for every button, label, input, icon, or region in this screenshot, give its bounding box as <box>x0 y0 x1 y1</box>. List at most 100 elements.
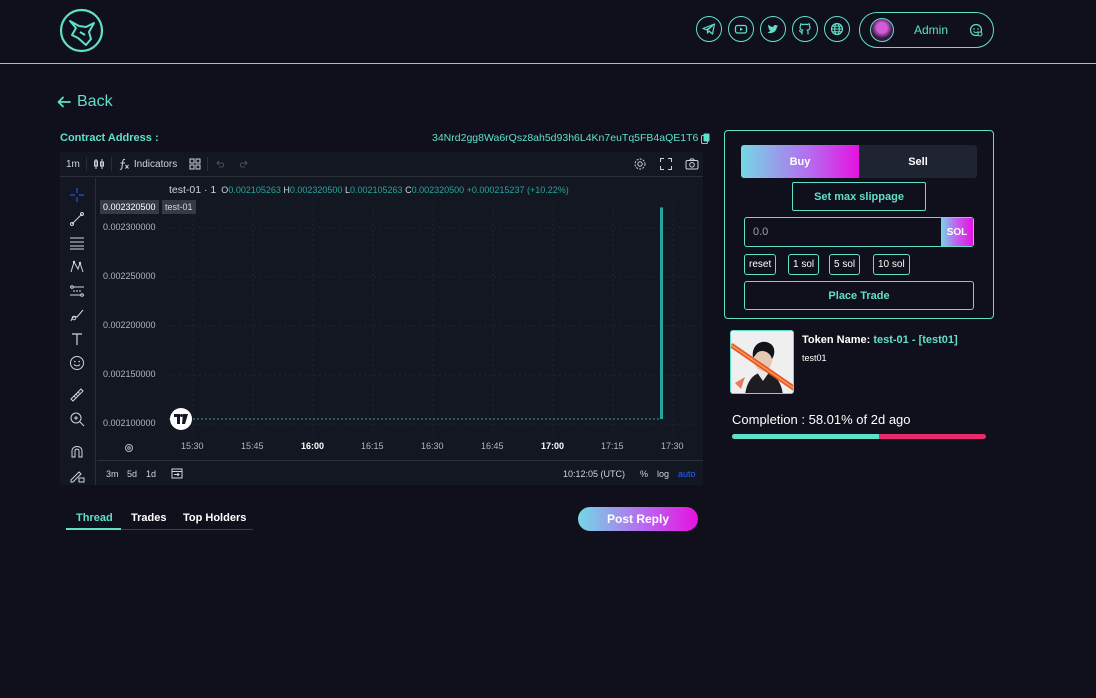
tradingview-logo-icon[interactable] <box>170 408 192 430</box>
percent-toggle[interactable]: % <box>640 469 648 479</box>
token-description: test01 <box>802 353 827 363</box>
candles-icon <box>93 159 104 169</box>
amount-field: SOL <box>744 217 974 247</box>
ruler-icon[interactable] <box>68 386 86 404</box>
chart-svg <box>169 204 703 436</box>
trend-line-icon[interactable] <box>68 210 86 228</box>
redo-icon <box>240 160 248 168</box>
zoom-icon[interactable] <box>68 410 86 428</box>
user-menu-button[interactable]: Admin <box>859 12 994 48</box>
range-1d[interactable]: 1d <box>146 469 156 479</box>
quick-5-sol-button[interactable]: 5 sol <box>829 254 861 275</box>
active-tab-underline <box>66 528 121 530</box>
ohlc-high: 0.002320500 <box>289 185 343 195</box>
redo-button[interactable] <box>232 158 256 170</box>
range-5d[interactable]: 5d <box>127 469 137 479</box>
arrow-left-icon <box>57 96 71 108</box>
ohlc-close: 0.002320500 <box>411 185 465 195</box>
y-tick-label: 0.002150000 <box>103 369 156 379</box>
fullscreen-icon[interactable] <box>659 157 673 171</box>
undo-icon <box>216 160 225 168</box>
text-tool-icon[interactable] <box>68 330 86 348</box>
chart-toolbar-right <box>633 157 699 171</box>
completion-progress-fill <box>732 434 880 439</box>
token-name-value: test-01 - [test01] <box>873 334 958 346</box>
buy-button[interactable]: Buy <box>741 145 859 178</box>
y-tick-label: 0.002250000 <box>103 270 156 281</box>
ohlc-low: 0.002105263 <box>349 185 403 195</box>
fib-icon[interactable] <box>68 234 86 252</box>
undo-button[interactable] <box>208 158 232 170</box>
x-tick-label: 15:45 <box>241 441 264 451</box>
trade-panel: Buy Sell Set max slippage SOL reset 1 so… <box>724 130 994 319</box>
x-tick-label: 17:00 <box>541 441 565 451</box>
token-name: Token Name: test-01 - [test01] <box>802 334 958 346</box>
indicators-button[interactable]: Indicators <box>112 158 183 170</box>
lock-draw-icon[interactable] <box>68 466 86 484</box>
content-tabs: Thread Trades Top Holders <box>66 508 253 530</box>
x-tick-label: 16:15 <box>361 441 384 451</box>
settings-icon[interactable] <box>633 157 647 171</box>
social-links <box>696 16 850 42</box>
buy-sell-toggle: Buy Sell <box>741 145 977 178</box>
sell-button[interactable]: Sell <box>859 145 977 178</box>
tab-thread[interactable]: Thread <box>76 512 113 524</box>
contract-address-label: Contract Address : <box>60 132 159 144</box>
crosshair-icon[interactable] <box>68 186 86 204</box>
copy-icon[interactable] <box>701 133 710 144</box>
chart-plot-area[interactable]: test-01 · 1 O0.002105263 H0.002320500 L0… <box>97 178 703 436</box>
interval-label: 1m <box>66 158 80 170</box>
x-tick-label: 16:00 <box>301 441 325 451</box>
brush-icon[interactable] <box>68 306 86 324</box>
amount-input[interactable] <box>745 218 941 246</box>
completion-progress-bar <box>732 434 986 439</box>
goto-date-icon[interactable] <box>171 467 183 479</box>
post-reply-button[interactable]: Post Reply <box>578 507 698 531</box>
reset-button[interactable]: reset <box>744 254 777 275</box>
quick-1-sol-button[interactable]: 1 sol <box>788 254 820 275</box>
top-bar: Admin <box>0 0 1096 64</box>
interval-selector[interactable]: 1m <box>60 159 86 170</box>
back-button[interactable]: Back <box>57 93 113 111</box>
x-tick-label: 17:15 <box>601 441 624 451</box>
telegram-icon[interactable] <box>696 16 722 42</box>
completion-text: Completion : 58.01% of 2d ago <box>732 412 911 427</box>
user-name: Admin <box>914 23 949 37</box>
quick-10-sol-button[interactable]: 10 sol <box>873 254 910 275</box>
youtube-icon[interactable] <box>728 16 754 42</box>
avatar <box>870 18 894 42</box>
back-label: Back <box>77 93 113 110</box>
function-icon <box>119 158 129 170</box>
emoji-icon[interactable] <box>68 354 86 372</box>
globe-icon[interactable] <box>824 16 850 42</box>
last-price-label: 0.002320500 <box>100 200 159 214</box>
grid-icon <box>189 158 201 170</box>
token-name-label: Token Name: <box>802 334 871 346</box>
chart-bottom-bar: 3m 5d 1d 10:12:05 (UTC) % log auto <box>97 460 703 485</box>
place-trade-button[interactable]: Place Trade <box>744 281 974 310</box>
auto-toggle[interactable]: auto <box>678 469 696 479</box>
prediction-icon[interactable] <box>68 282 86 300</box>
pattern-icon[interactable] <box>68 258 86 276</box>
price-chart: 1m Indicators test-01 · 1 O0.002105263 H… <box>60 152 703 485</box>
magnet-icon[interactable] <box>68 442 86 460</box>
layout-button[interactable] <box>183 158 207 170</box>
camera-icon[interactable] <box>685 157 699 171</box>
y-tick-label: 0.002100000 <box>103 418 156 429</box>
tab-top-holders[interactable]: Top Holders <box>183 512 246 524</box>
tab-trades[interactable]: Trades <box>131 512 166 524</box>
github-icon[interactable] <box>792 16 818 42</box>
price-candle <box>660 207 663 419</box>
contract-address-copy[interactable]: 34Nrd2gg8Wa6rQsz8ah5d93h6L4Kn7euTq5FB4aQ… <box>432 132 710 144</box>
set-max-slippage-button[interactable]: Set max slippage <box>792 182 926 211</box>
chart-toolbar: 1m Indicators <box>60 152 703 177</box>
twitter-icon[interactable] <box>760 16 786 42</box>
wolf-logo-icon[interactable] <box>59 8 104 53</box>
candle-type-button[interactable] <box>87 158 111 170</box>
ohlc-open: 0.002105263 <box>228 185 281 195</box>
range-3m[interactable]: 3m <box>106 469 119 479</box>
axis-settings-icon[interactable] <box>124 443 134 453</box>
face-settings-icon <box>969 23 983 37</box>
log-toggle[interactable]: log <box>657 469 669 479</box>
utc-time[interactable]: 10:12:05 (UTC) <box>563 469 625 479</box>
